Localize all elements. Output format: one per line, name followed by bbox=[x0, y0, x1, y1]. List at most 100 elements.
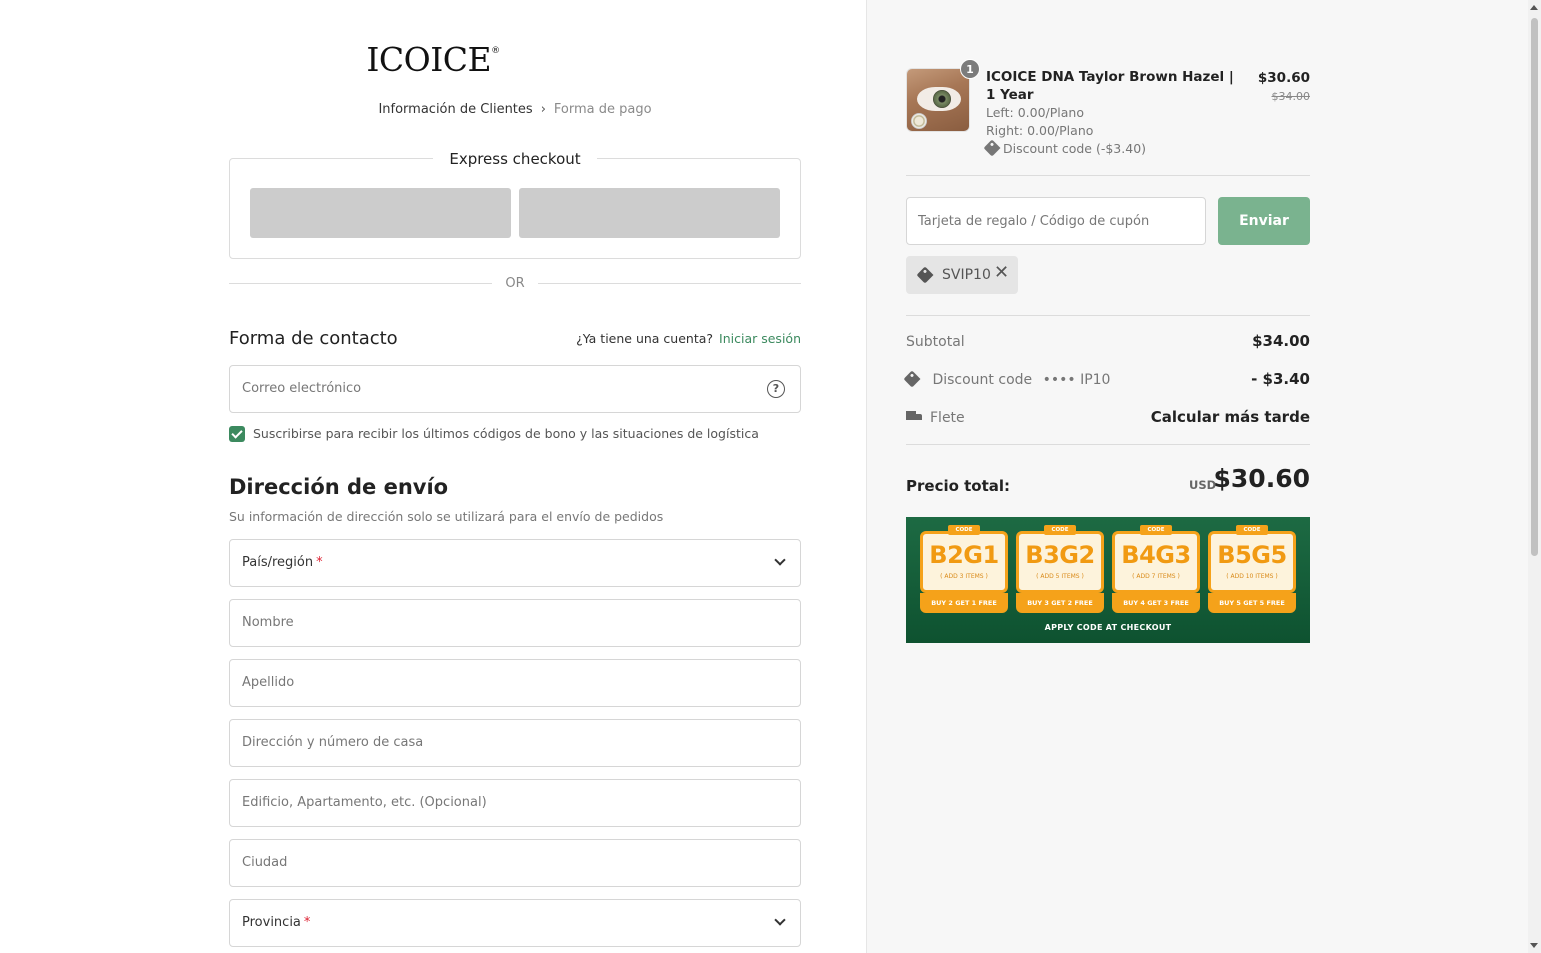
promo-ticket: CODE B5G5 ( ADD 10 ITEMS ) BUY 5 GET 5 F… bbox=[1208, 525, 1296, 613]
lens-graphic bbox=[911, 113, 927, 129]
express-pay-button-1[interactable] bbox=[250, 188, 511, 238]
breadcrumb-step-customer-info[interactable]: Información de Clientes bbox=[378, 102, 532, 117]
applied-coupon-code: SVIP10 bbox=[942, 267, 991, 283]
product-name: ICOICE DNA Taylor Brown Hazel | 1 Year bbox=[986, 69, 1234, 103]
promo-ticket: CODE B4G3 ( ADD 7 ITEMS ) BUY 4 GET 3 FR… bbox=[1112, 525, 1200, 613]
promo-ticket-offer: BUY 4 GET 3 FREE bbox=[1112, 593, 1200, 613]
total-currency: USD bbox=[1189, 478, 1217, 492]
or-divider-left bbox=[229, 283, 492, 284]
applied-coupon-chip: SVIP10 ✕ bbox=[906, 256, 1018, 294]
city-placeholder: Ciudad bbox=[242, 855, 288, 870]
promo-ticket-add: ( ADD 10 ITEMS ) bbox=[1226, 573, 1278, 580]
divider bbox=[906, 175, 1310, 176]
promo-ticket-label: CODE bbox=[948, 525, 980, 535]
subtotal-value: $34.00 bbox=[1252, 332, 1310, 350]
first-name-placeholder: Nombre bbox=[242, 615, 294, 630]
province-select[interactable]: Provincia * bbox=[229, 899, 801, 947]
breadcrumb-step-payment: Forma de pago bbox=[553, 102, 652, 117]
express-checkout-title: Express checkout bbox=[433, 150, 597, 168]
promo-banner-footer: APPLY CODE AT CHECKOUT bbox=[1044, 623, 1172, 632]
promo-ticket-code: B3G2 bbox=[1025, 541, 1095, 569]
promo-ticket: CODE B2G1 ( ADD 3 ITEMS ) BUY 2 GET 1 FR… bbox=[920, 525, 1008, 613]
iris-graphic bbox=[933, 90, 951, 108]
product-discount: Discount code (-$3.40) bbox=[983, 139, 1147, 157]
subscribe-label: Suscribirse para recibir los últimos cód… bbox=[253, 426, 759, 441]
promo-ticket-offer: BUY 2 GET 1 FREE bbox=[920, 593, 1008, 613]
total-value: $30.60 bbox=[1213, 464, 1310, 493]
account-question-text: ¿Ya tiene una cuenta? bbox=[576, 331, 714, 346]
address-placeholder: Dirección y número de casa bbox=[242, 735, 424, 750]
brand-logo[interactable]: ICOICE® bbox=[0, 40, 866, 79]
express-checkout-box: Express checkout bbox=[229, 150, 801, 259]
coupon-input[interactable]: Tarjeta de regalo / Código de cupón bbox=[906, 197, 1206, 245]
scroll-up-icon[interactable] bbox=[1530, 5, 1538, 10]
discount-label: Discount code bbox=[932, 372, 1033, 388]
shipping-label: Flete bbox=[930, 410, 965, 426]
email-placeholder: Correo electrónico bbox=[242, 381, 362, 396]
eye-graphic bbox=[917, 87, 961, 111]
subtotal-label: Subtotal bbox=[906, 334, 965, 350]
product-image bbox=[906, 68, 970, 132]
country-label: País/región bbox=[242, 555, 314, 570]
country-select[interactable]: País/región * bbox=[229, 539, 801, 587]
promo-ticket-add: ( ADD 7 ITEMS ) bbox=[1132, 573, 1180, 580]
first-name-field[interactable]: Nombre bbox=[229, 599, 801, 647]
promo-ticket-add: ( ADD 5 ITEMS ) bbox=[1036, 573, 1084, 580]
shipping-section-title: Dirección de envío bbox=[229, 475, 449, 499]
account-prompt: ¿Ya tiene una cuenta? Iniciar sesión bbox=[576, 331, 801, 346]
tag-icon bbox=[916, 266, 934, 284]
promo-ticket-code: B4G3 bbox=[1121, 541, 1191, 569]
product-price: $30.60 bbox=[1257, 70, 1310, 86]
email-field[interactable]: Correo electrónico ? bbox=[229, 365, 801, 413]
promo-ticket-add: ( ADD 3 ITEMS ) bbox=[940, 573, 988, 580]
discount-code-masked: •••• IP10 bbox=[1042, 372, 1111, 388]
contact-section-title: Forma de contacto bbox=[229, 328, 398, 349]
promo-ticket-label: CODE bbox=[1044, 525, 1076, 535]
address2-field[interactable]: Edificio, Apartamento, etc. (Opcional) bbox=[229, 779, 801, 827]
address2-placeholder: Edificio, Apartamento, etc. (Opcional) bbox=[242, 795, 487, 810]
promo-banner[interactable]: CODE B2G1 ( ADD 3 ITEMS ) BUY 2 GET 1 FR… bbox=[906, 517, 1310, 643]
checkout-form-panel: ICOICE® Información de Clientes › Forma de… bbox=[0, 0, 866, 953]
express-pay-button-2[interactable] bbox=[519, 188, 780, 238]
login-link[interactable]: Iniciar sesión bbox=[719, 331, 801, 346]
truck-icon bbox=[906, 411, 922, 423]
discount-row-label: Discount code •••• IP10 bbox=[903, 370, 1111, 388]
or-divider-text: OR bbox=[505, 276, 525, 291]
last-name-field[interactable]: Apellido bbox=[229, 659, 801, 707]
last-name-placeholder: Apellido bbox=[242, 675, 295, 690]
shipping-description: Su información de dirección solo se util… bbox=[229, 509, 664, 524]
city-field[interactable]: Ciudad bbox=[229, 839, 801, 887]
scroll-down-icon[interactable] bbox=[1530, 943, 1538, 948]
promo-ticket-label: CODE bbox=[1140, 525, 1172, 535]
tag-icon bbox=[983, 139, 1001, 157]
shipping-value: Calcular más tarde bbox=[1150, 408, 1310, 426]
quantity-badge: 1 bbox=[960, 59, 980, 79]
chevron-down-icon bbox=[774, 554, 786, 566]
promo-ticket: CODE B3G2 ( ADD 5 ITEMS ) BUY 3 GET 2 FR… bbox=[1016, 525, 1104, 613]
apply-coupon-button[interactable]: Enviar bbox=[1218, 197, 1310, 245]
subscribe-row: Suscribirse para recibir los últimos cód… bbox=[229, 425, 759, 442]
chevron-right-icon: › bbox=[540, 102, 546, 117]
remove-coupon-icon[interactable]: ✕ bbox=[994, 262, 1009, 283]
product-left-power: Left: 0.00/Plano bbox=[986, 105, 1084, 120]
promo-ticket-code: B2G1 bbox=[929, 541, 999, 569]
required-mark: * bbox=[316, 555, 323, 570]
chevron-down-icon bbox=[774, 914, 786, 926]
page-scrollbar[interactable] bbox=[1528, 0, 1541, 953]
promo-ticket-label: CODE bbox=[1236, 525, 1268, 535]
province-label: Provincia bbox=[242, 915, 301, 930]
divider bbox=[906, 315, 1310, 316]
promo-ticket-code: B5G5 bbox=[1217, 541, 1287, 569]
required-mark: * bbox=[303, 915, 311, 930]
address-field[interactable]: Dirección y número de casa bbox=[229, 719, 801, 767]
scrollbar-thumb[interactable] bbox=[1531, 18, 1538, 556]
divider bbox=[906, 444, 1310, 445]
or-divider-right bbox=[538, 283, 801, 284]
discount-value: - $3.40 bbox=[1251, 370, 1310, 388]
promo-ticket-offer: BUY 3 GET 2 FREE bbox=[1016, 593, 1104, 613]
subscribe-checkbox[interactable] bbox=[229, 425, 245, 442]
promo-ticket-offer: BUY 5 GET 5 FREE bbox=[1208, 593, 1296, 613]
product-original-price: $34.00 bbox=[1271, 90, 1311, 103]
help-icon[interactable]: ? bbox=[767, 380, 785, 398]
product-discount-text: Discount code (-$3.40) bbox=[1003, 141, 1147, 156]
